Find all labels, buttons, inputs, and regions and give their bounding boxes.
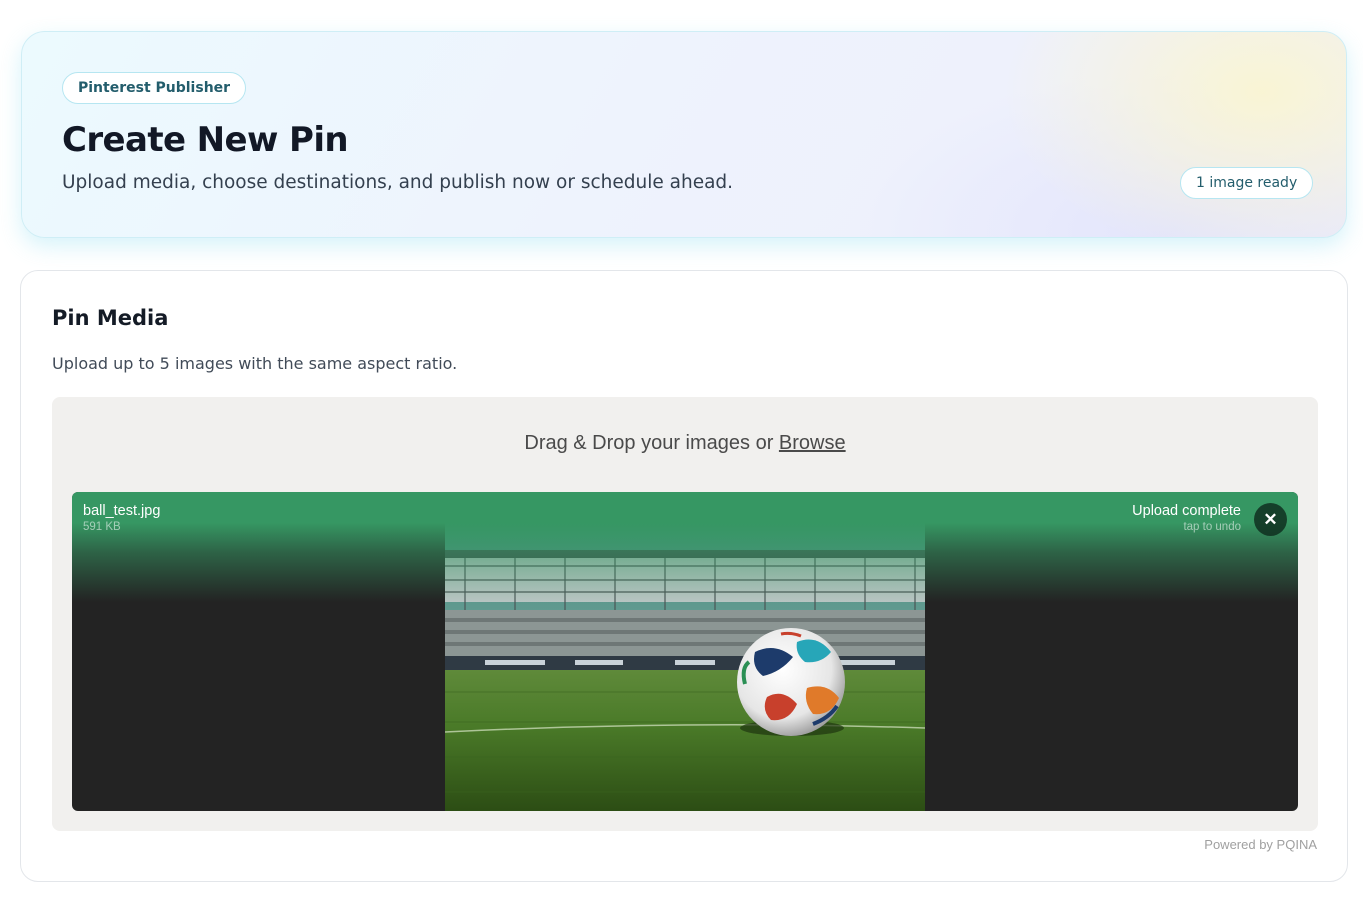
upload-status-hint[interactable]: tap to undo bbox=[1183, 521, 1241, 533]
app-tag: Pinterest Publisher bbox=[62, 72, 247, 104]
file-size: 591 KB bbox=[83, 521, 121, 533]
powered-by-credit[interactable]: Powered by PQINA bbox=[1204, 837, 1317, 852]
section-title: Pin Media bbox=[52, 306, 169, 330]
undo-upload-button[interactable]: ✕ bbox=[1254, 503, 1287, 536]
page-subtitle: Upload media, choose destinations, and p… bbox=[62, 172, 734, 193]
pin-media-card: Pin Media Upload up to 5 images with the… bbox=[20, 270, 1348, 882]
dropzone-label-text: Drag & Drop your images or bbox=[524, 432, 779, 454]
uploaded-file-item: ball_test.jpg 591 KB Upload complete tap… bbox=[72, 492, 1298, 811]
page-header-card: Pinterest Publisher Create New Pin Uploa… bbox=[21, 31, 1347, 238]
file-name: ball_test.jpg bbox=[83, 503, 161, 519]
image-dropzone[interactable]: Drag & Drop your images or Browse ball_t… bbox=[52, 397, 1318, 831]
upload-status: Upload complete bbox=[1132, 503, 1241, 519]
page-title: Create New Pin bbox=[62, 120, 349, 160]
browse-link[interactable]: Browse bbox=[779, 432, 846, 454]
dropzone-label: Drag & Drop your images or Browse bbox=[52, 432, 1318, 455]
close-icon: ✕ bbox=[1263, 510, 1278, 529]
image-ready-badge: 1 image ready bbox=[1180, 167, 1314, 199]
upload-success-overlay bbox=[72, 492, 1298, 602]
section-description: Upload up to 5 images with the same aspe… bbox=[52, 354, 458, 373]
